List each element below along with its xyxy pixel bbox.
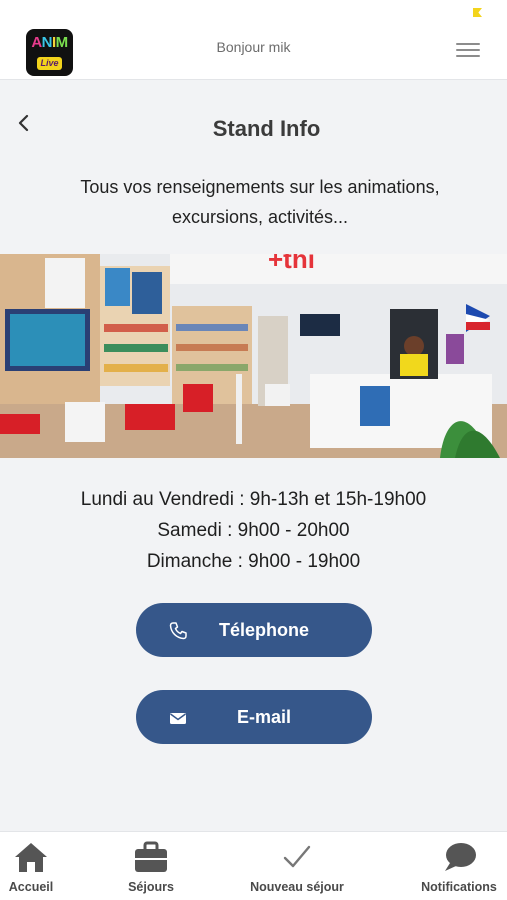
checkmark-icon — [280, 840, 314, 874]
nav-item-new-stay[interactable]: Nouveau séjour — [242, 832, 352, 900]
svg-text:+thi: +thi — [268, 254, 315, 274]
greeting-text: Bonjour mik — [216, 39, 291, 55]
nav-label-new-stay: Nouveau séjour — [250, 880, 344, 894]
nav-label-home: Accueil — [8, 880, 54, 894]
nav-label-stays: Séjours — [128, 880, 174, 894]
phone-button[interactable]: Télephone — [136, 603, 372, 657]
phone-button-label: Télephone — [218, 620, 309, 640]
nav-item-home[interactable]: Accueil — [0, 832, 62, 900]
bottom-nav: Accueil Séjours Nouveau séjour Notificat… — [0, 831, 507, 900]
nav-item-notifications[interactable]: Notifications — [414, 832, 504, 900]
opening-hours: Lundi au Vendredi : 9h-13h et 15h-19h00 … — [0, 484, 507, 577]
bookmark-flag-icon — [473, 8, 482, 17]
hours-weekday: Lundi au Vendredi : 9h-13h et 15h-19h00 — [80, 489, 427, 510]
page-title: Stand Info — [212, 116, 321, 141]
briefcase-icon — [133, 840, 169, 874]
nav-label-notifications: Notifications — [421, 880, 497, 894]
top-bar: ANIM Live Bonjour mik — [0, 0, 507, 80]
email-button-label: E-mail — [236, 707, 292, 727]
intro-line-2: excursions, activités... — [171, 207, 349, 227]
stand-info-photo: +thi — [0, 254, 507, 458]
intro-line-1: Tous vos renseignements sur les animatio… — [80, 177, 440, 197]
logo-sub: Live — [37, 57, 62, 70]
email-button[interactable]: E-mail — [136, 690, 372, 744]
home-icon — [13, 840, 49, 874]
nav-item-stays[interactable]: Séjours — [116, 832, 186, 900]
hours-saturday: Samedi : 9h00 - 20h00 — [157, 520, 350, 541]
chat-bubble-icon — [442, 840, 478, 874]
hours-sunday: Dimanche : 9h00 - 19h00 — [146, 551, 361, 572]
intro-text: Tous vos renseignements sur les animatio… — [30, 172, 490, 232]
hamburger-menu-icon[interactable] — [456, 43, 480, 63]
